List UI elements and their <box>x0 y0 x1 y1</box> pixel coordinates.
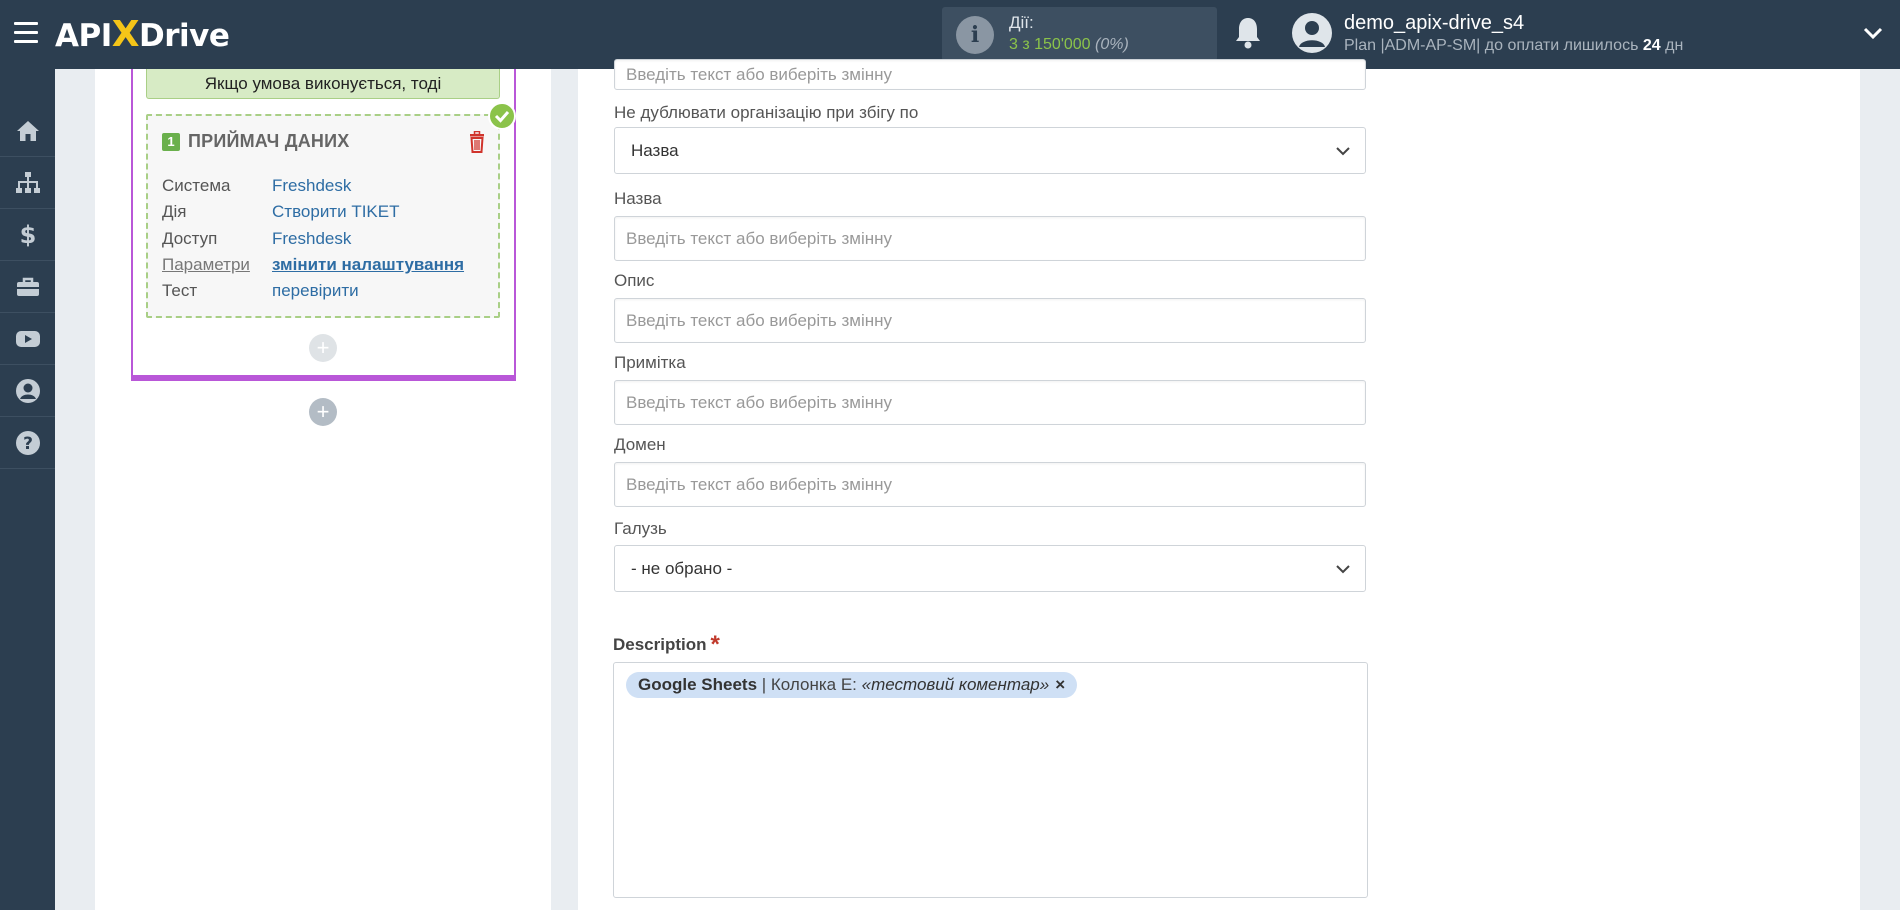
settings-form: Не дублювати організацію при збігу по На… <box>578 59 1860 910</box>
sidebar-item-account[interactable] <box>0 365 55 417</box>
chevron-down-icon <box>1336 147 1350 156</box>
logo-text-right: Drive <box>139 18 230 54</box>
info-icon: i <box>956 16 994 54</box>
user-circle-icon <box>15 378 40 403</box>
sidebar: $ ? <box>0 69 55 910</box>
bell-icon[interactable] <box>1232 15 1264 51</box>
actions-percent: (0%) <box>1095 36 1129 53</box>
user-avatar-icon <box>1299 21 1325 47</box>
row-system-key: Система <box>162 176 231 195</box>
description-text-input[interactable] <box>614 298 1366 343</box>
row-test-key: Тест <box>162 281 198 300</box>
question-circle-icon: ? <box>15 430 40 455</box>
username[interactable]: demo_apix-drive_s4 <box>1344 12 1524 35</box>
actions-count-value: 3 з 150'000 <box>1009 36 1091 53</box>
plan-days: 24 <box>1642 37 1661 54</box>
add-step-inner-button[interactable]: + <box>309 334 337 362</box>
dedupe-label: Не дублювати організацію при збігу по <box>614 103 919 122</box>
remove-tag-icon[interactable]: × <box>1055 672 1065 698</box>
logo-text-left: API <box>55 18 112 54</box>
dedupe-select-value: Назва <box>631 141 679 160</box>
row-access-value[interactable]: Freshdesk <box>272 229 351 249</box>
note-input[interactable] <box>614 380 1366 425</box>
home-icon <box>16 120 39 141</box>
trash-icon[interactable] <box>468 131 486 153</box>
flow-card-bottom-border <box>131 375 516 381</box>
row-action-key: Дія <box>162 202 187 221</box>
svg-text:?: ? <box>23 434 33 454</box>
svg-text:$: $ <box>19 222 36 248</box>
row-params-key[interactable]: Параметри <box>162 255 250 275</box>
sidebar-item-projects[interactable] <box>0 261 55 313</box>
sidebar-item-help[interactable]: ? <box>0 417 55 469</box>
condition-text: Якщо умова виконується, тоді <box>146 69 500 99</box>
avatar[interactable] <box>1292 13 1332 53</box>
tag-value: «тестовий коментар» <box>861 675 1050 694</box>
test-link[interactable]: перевірити <box>272 281 359 301</box>
industry-select[interactable]: - не обрано - <box>614 545 1366 592</box>
plan-prefix: Plan |ADM-AP-SM| до оплати лишилось <box>1344 37 1643 54</box>
apix-drive-logo[interactable]: APIXDrive <box>55 14 230 55</box>
step-number-badge: 1 <box>162 133 180 151</box>
logo-text-x: X <box>111 14 140 55</box>
tag-source: Google Sheets <box>638 675 758 694</box>
row-access-key: Доступ <box>162 229 218 248</box>
description-label-text: Description <box>613 635 707 654</box>
check-circle-icon <box>488 102 516 130</box>
domain-input[interactable] <box>614 462 1366 507</box>
name-input[interactable] <box>614 216 1366 261</box>
briefcase-icon <box>16 277 39 296</box>
receiver-title: ПРИЙМАЧ ДАНИХ <box>188 131 350 151</box>
actions-counter[interactable]: i Дії: 3 з 150'000 (0%) <box>942 7 1217 61</box>
required-mark: * <box>710 631 720 658</box>
tag-separator: | Колонка E: <box>757 675 862 694</box>
description-editor[interactable]: Google Sheets | Колонка E: «тестовий ком… <box>613 662 1368 898</box>
plan-suffix: дн <box>1660 37 1684 54</box>
note-label: Примітка <box>614 353 686 372</box>
actions-label: Дії: <box>1009 13 1034 32</box>
row-system-value[interactable]: Freshdesk <box>272 176 351 196</box>
name-label: Назва <box>614 189 662 208</box>
industry-select-value: - не обрано - <box>631 559 733 578</box>
flow-panel: Якщо умова виконується, тоді 1 ПРИЙМАЧ Д… <box>95 69 551 910</box>
sidebar-item-home[interactable] <box>0 105 55 157</box>
description-label: Description * <box>613 629 720 658</box>
plan-info: Plan |ADM-AP-SM| до оплати лишилось 24 д… <box>1344 37 1683 55</box>
domain-label: Домен <box>614 435 666 454</box>
industry-label: Галузь <box>614 519 667 538</box>
dedupe-select[interactable]: Назва <box>614 127 1366 174</box>
variable-tag[interactable]: Google Sheets | Колонка E: «тестовий ком… <box>626 672 1078 698</box>
description-text-label: Опис <box>614 271 655 290</box>
flow-card: Якщо умова виконується, тоді 1 ПРИЙМАЧ Д… <box>131 69 516 381</box>
add-step-button[interactable]: + <box>309 398 337 426</box>
top-partial-input[interactable] <box>614 59 1366 90</box>
data-receiver-block: 1 ПРИЙМАЧ ДАНИХ Система Freshdesk Дія Ст… <box>146 102 516 318</box>
row-action-value[interactable]: Створити TIKET <box>272 202 399 222</box>
sidebar-item-video[interactable] <box>0 313 55 365</box>
change-settings-link[interactable]: змінити налаштування <box>272 255 464 275</box>
sidebar-item-billing[interactable]: $ <box>0 209 55 261</box>
chevron-down-icon[interactable] <box>1862 24 1884 42</box>
youtube-icon <box>15 330 40 347</box>
actions-count: 3 з 150'000 (0%) <box>1009 36 1129 54</box>
sidebar-item-structure[interactable] <box>0 157 55 209</box>
chevron-down-icon <box>1336 565 1350 574</box>
dollar-icon: $ <box>19 222 36 248</box>
menu-icon[interactable] <box>14 22 38 44</box>
sitemap-icon <box>15 171 40 193</box>
